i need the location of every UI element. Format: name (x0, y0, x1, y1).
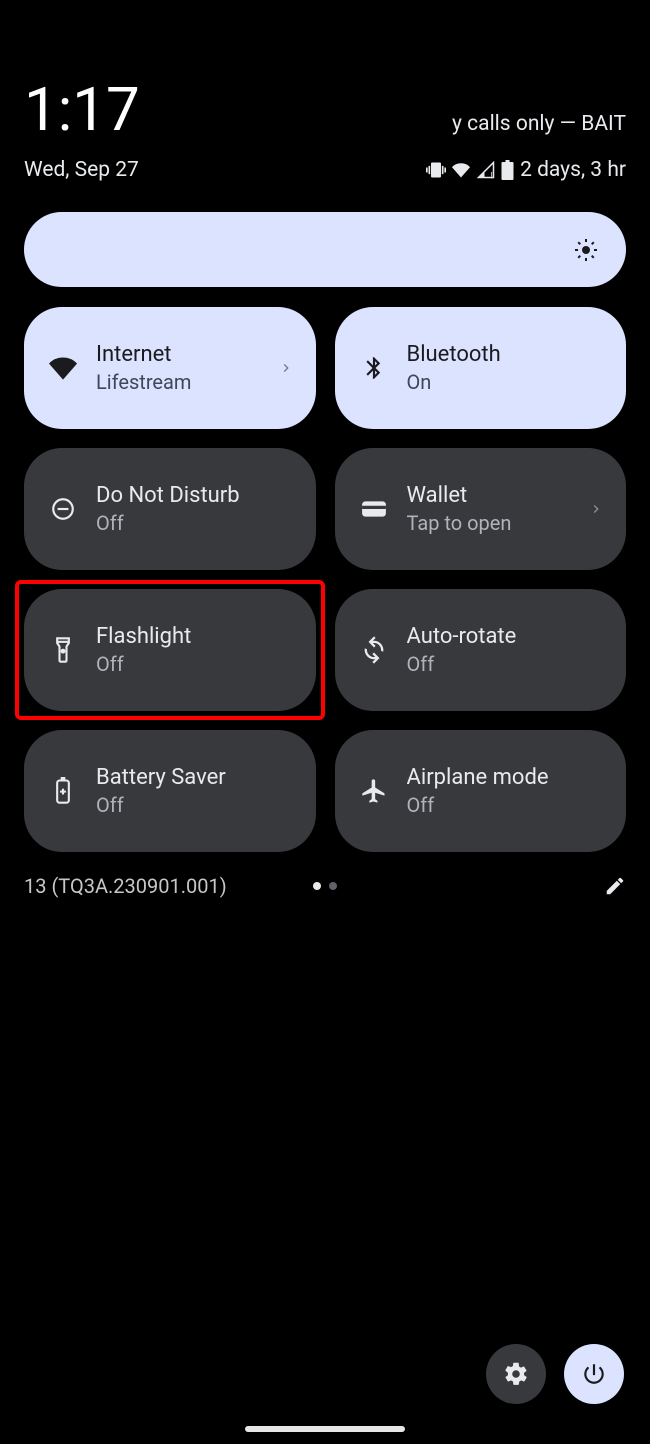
tile-wallet[interactable]: WalletTap to open (335, 448, 627, 570)
tile-flashlight[interactable]: FlashlightOff (24, 589, 316, 711)
tile-title: Battery Saver (96, 764, 296, 793)
tile-subtitle: Off (407, 651, 607, 677)
tile-subtitle: On (407, 369, 607, 395)
brightness-slider[interactable] (24, 212, 626, 287)
wifi-icon (48, 353, 78, 383)
tile-airplane[interactable]: Airplane modeOff (335, 730, 627, 852)
gesture-nav-pill[interactable] (245, 1426, 405, 1432)
edit-tiles-button[interactable] (604, 875, 626, 897)
page-indicator (313, 882, 337, 890)
svg-text:!: ! (491, 171, 493, 179)
brightness-icon (574, 238, 598, 262)
wifi-icon (451, 161, 471, 179)
tile-bluetooth[interactable]: BluetoothOn (335, 307, 627, 429)
tile-title: Airplane mode (407, 764, 607, 793)
quick-settings-header: 1:17 y calls only — BAIT Wed, Sep 27 ! 2… (0, 0, 650, 182)
tile-subtitle: Tap to open (407, 510, 571, 536)
tile-title: Do Not Disturb (96, 482, 296, 511)
tile-subtitle: Off (407, 792, 607, 818)
quick-settings-tiles: InternetLifestreamBluetoothOnDo Not Dist… (0, 307, 650, 852)
wallet-icon (359, 494, 389, 524)
autorotate-icon (359, 635, 389, 665)
settings-button[interactable] (486, 1344, 546, 1404)
tile-subtitle: Off (96, 651, 296, 677)
chevron-right-icon (588, 501, 606, 517)
tile-subtitle: Lifestream (96, 369, 260, 395)
tile-autorotate[interactable]: Auto-rotateOff (335, 589, 627, 711)
battery-icon (48, 776, 78, 806)
bottom-actions (486, 1344, 624, 1404)
bluetooth-icon (359, 353, 389, 383)
tile-title: Internet (96, 341, 260, 370)
vibrate-icon (426, 160, 446, 180)
chevron-right-icon (278, 360, 296, 376)
tile-subtitle: Off (96, 510, 296, 536)
battery-icon (501, 160, 514, 180)
tile-title: Wallet (407, 482, 571, 511)
build-label: 13 (TQ3A.230901.001) (24, 874, 227, 898)
power-button[interactable] (564, 1344, 624, 1404)
tile-title: Flashlight (96, 623, 296, 652)
dnd-icon (48, 494, 78, 524)
signal-icon: ! (476, 161, 496, 179)
battery-text: 2 days, 3 hr (520, 158, 626, 182)
tile-internet[interactable]: InternetLifestream (24, 307, 316, 429)
qs-footer: 13 (TQ3A.230901.001) (24, 874, 626, 898)
tile-battery[interactable]: Battery SaverOff (24, 730, 316, 852)
tile-title: Auto-rotate (407, 623, 607, 652)
annotation-highlight: FlashlightOff (15, 580, 325, 720)
tile-subtitle: Off (96, 792, 296, 818)
date-label: Wed, Sep 27 (24, 158, 139, 182)
tile-dnd[interactable]: Do Not DisturbOff (24, 448, 316, 570)
status-bar-right: ! 2 days, 3 hr (426, 158, 626, 182)
flashlight-icon (48, 635, 78, 665)
tile-title: Bluetooth (407, 341, 607, 370)
airplane-icon (359, 776, 389, 806)
clock: 1:17 (24, 80, 140, 140)
carrier-label: y calls only — BAIT (452, 112, 626, 136)
